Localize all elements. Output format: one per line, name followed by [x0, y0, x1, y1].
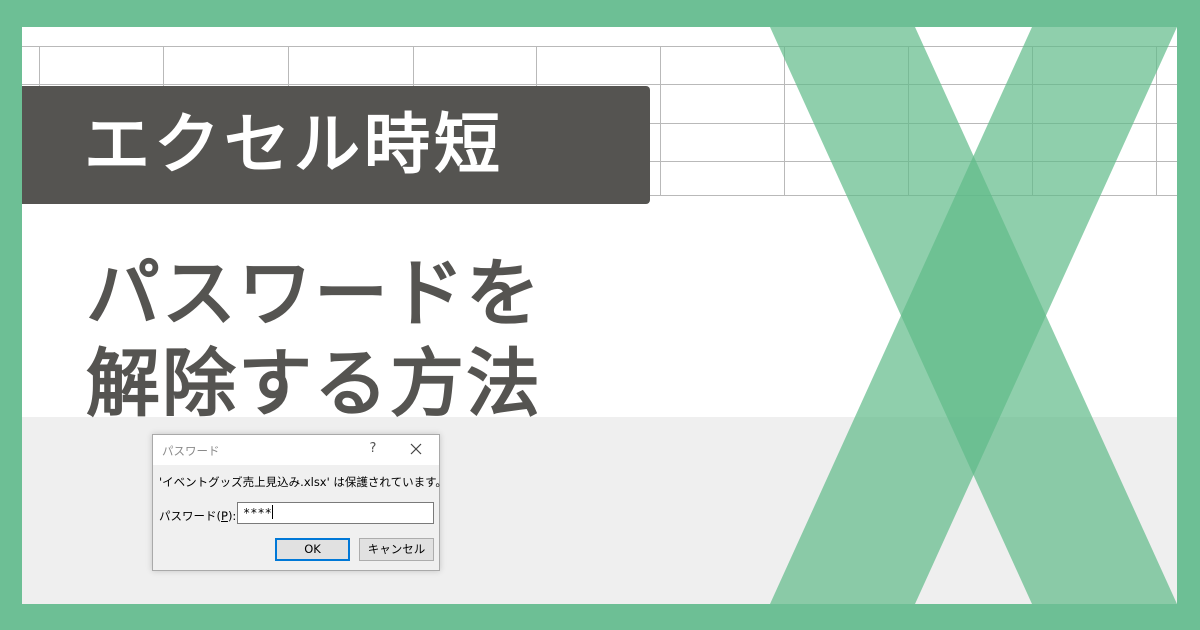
ok-button[interactable]: OK — [275, 538, 350, 561]
cancel-button[interactable]: キャンセル — [359, 538, 434, 561]
text-caret — [271, 505, 273, 519]
dialog-message: 'イベントグッズ売上見込み.xlsx' は保護されています。 — [159, 475, 447, 489]
password-label-prefix: パスワード( — [159, 509, 221, 523]
password-dialog: パスワード ? 'イベントグッズ売上見込み.xlsx' は保護されています。 パ… — [152, 434, 447, 571]
title-line-1: パスワードを — [86, 251, 542, 337]
dialog-titlebar[interactable]: パスワード ? — [153, 435, 439, 465]
password-label-suffix: ): — [227, 509, 237, 523]
title-line-2: 解除する方法 — [86, 341, 542, 427]
category-banner-text: エクセル時短 — [84, 106, 504, 183]
password-input[interactable]: **** — [237, 502, 434, 524]
dialog-title: パスワード — [162, 444, 220, 458]
close-icon[interactable] — [407, 440, 425, 458]
password-label-hotkey: P — [221, 509, 228, 523]
help-icon[interactable]: ? — [366, 441, 380, 456]
password-label: パスワード(P): — [159, 508, 236, 524]
page-title: パスワードを 解除する方法 — [86, 249, 542, 429]
password-value: **** — [243, 506, 272, 520]
